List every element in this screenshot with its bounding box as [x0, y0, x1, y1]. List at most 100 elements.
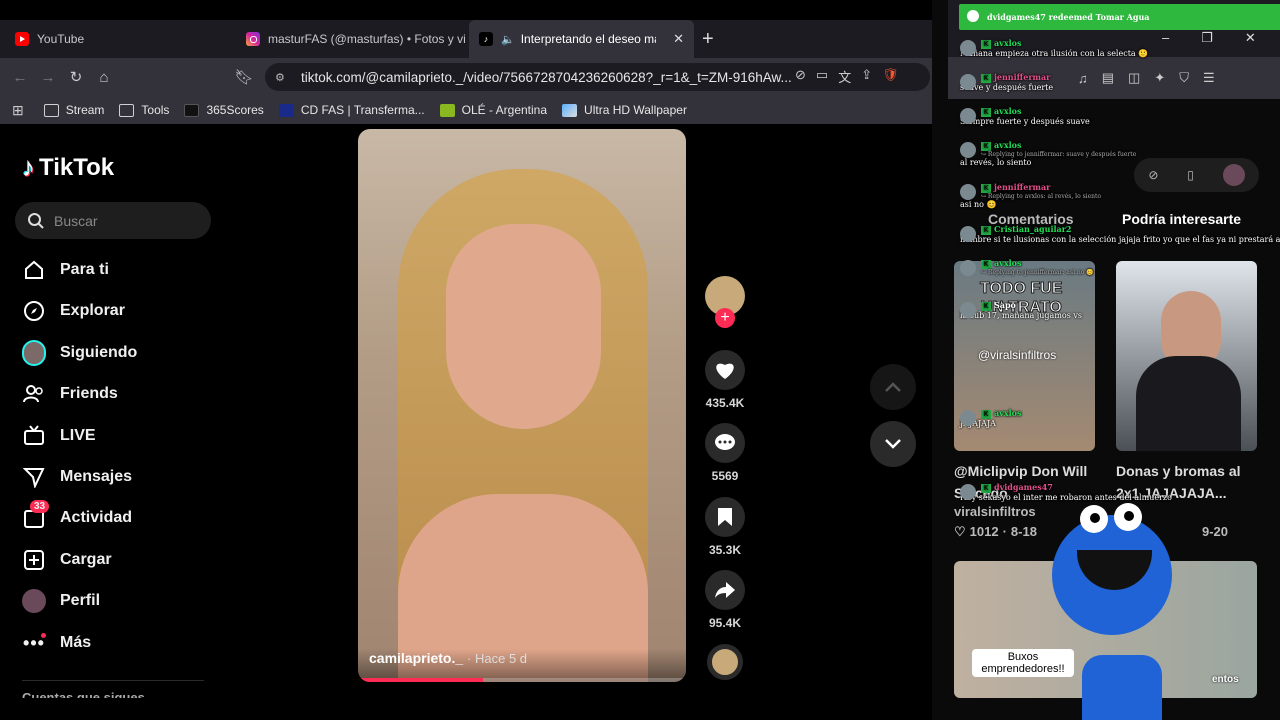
- back-icon[interactable]: ←: [6, 63, 34, 91]
- chat-message: Kjenniffermar ↪ Replying to avxlos: al re…: [960, 182, 1278, 209]
- nav-mas[interactable]: ••• Más: [22, 631, 91, 655]
- nav-label: Perfil: [60, 592, 101, 609]
- device-icon[interactable]: ▯: [1187, 168, 1194, 182]
- bookmark-ole[interactable]: OLÉ - Argentina: [439, 103, 547, 117]
- more-dots-icon: •••: [23, 632, 46, 653]
- card-author[interactable]: viralsinfiltros: [954, 504, 1036, 519]
- bookmarks-bar: ⊞ Stream Tools 365Scores CD FAS | Transf…: [0, 96, 945, 124]
- bookmark-stream[interactable]: Stream: [43, 103, 105, 117]
- bookmark-365scores[interactable]: 365Scores: [184, 103, 264, 117]
- bookmark-icon[interactable]: 🔖︎: [230, 63, 258, 91]
- nav-perfil[interactable]: Perfil: [22, 589, 100, 613]
- bookmark-label: 365Scores: [206, 103, 264, 117]
- chat-message: Kavxlos ↪ Replying to jenniffermar: asi n…: [960, 258, 1278, 276]
- mute-icon[interactable]: ⊘: [795, 67, 806, 86]
- chat-reply: ↪ Replying to jenniffermar: suave y desp…: [981, 150, 1137, 158]
- chat-username: avxlos: [994, 140, 1022, 150]
- translate-icon[interactable]: 文: [838, 67, 851, 86]
- like-button[interactable]: 435.4K: [705, 350, 745, 410]
- tab-tiktok-active[interactable]: ♪ 🔈 Interpretando el deseo mascu ✕: [469, 20, 694, 58]
- previous-video-button[interactable]: [870, 364, 916, 410]
- creator-avatar-button[interactable]: +: [705, 276, 745, 328]
- instagram-icon: [246, 32, 260, 46]
- following-avatar: [22, 340, 46, 366]
- forward-icon[interactable]: →: [34, 63, 62, 91]
- chat-text: Hey sekasyo el inter me robaron antes de…: [960, 492, 1172, 502]
- folder-icon: [119, 103, 135, 117]
- kick-badge-icon: K: [981, 141, 991, 151]
- brave-shield-icon[interactable]: 🛡︎: [882, 67, 899, 86]
- nav-label: Mensajes: [60, 468, 133, 485]
- sound-disc-button[interactable]: [705, 644, 745, 680]
- save-button[interactable]: 35.3K: [705, 497, 745, 557]
- home-icon[interactable]: ⌂: [90, 63, 118, 91]
- chat-text: asi no 😊: [960, 199, 997, 209]
- card-watermark: @viralsinfiltros: [978, 348, 1057, 362]
- chevron-down-icon: [885, 439, 901, 449]
- tiktok-logo[interactable]: ♪ TikTok: [22, 152, 114, 183]
- bookmark-label: Stream: [65, 103, 105, 117]
- chat-username: avxlos: [994, 408, 1022, 418]
- next-video-button[interactable]: [870, 421, 916, 467]
- nav-live[interactable]: LIVE: [22, 424, 96, 448]
- tiktok-page: ♪ TikTok Buscar Para ti Explorar Siguien…: [0, 124, 945, 720]
- video-player[interactable]: camilaprieto._ · Hace 5 d: [358, 129, 686, 682]
- compass-icon: [22, 299, 46, 323]
- chat-avatar: [960, 108, 976, 124]
- chat-avatar: [960, 40, 976, 56]
- nav-mensajes[interactable]: Mensajes: [22, 465, 132, 489]
- kick-badge-icon: K: [981, 107, 991, 117]
- search-input[interactable]: Buscar: [15, 202, 211, 239]
- nav-explorar[interactable]: Explorar: [22, 299, 125, 323]
- nav-label: Explorar: [60, 302, 125, 319]
- face-shape: [446, 224, 601, 429]
- close-tab-icon[interactable]: ✕: [673, 31, 684, 47]
- chat-text: suave y después fuerte: [960, 82, 1054, 92]
- chat-avatar: [960, 184, 976, 200]
- logo-text: TikTok: [39, 153, 115, 181]
- kick-badge-icon: K: [981, 301, 991, 311]
- home-icon: [22, 258, 46, 282]
- bookmark-tools[interactable]: Tools: [119, 103, 169, 117]
- chat-username: avxlos: [994, 258, 1022, 268]
- follow-plus-icon[interactable]: +: [715, 308, 735, 328]
- video-progress-bar[interactable]: [358, 678, 686, 682]
- chat-username: jenniffermar: [994, 72, 1051, 82]
- tab-youtube[interactable]: YouTube: [8, 20, 233, 58]
- tab-instagram[interactable]: masturFAS (@masturfas) • Fotos y vid: [238, 20, 466, 58]
- chevron-up-icon: [885, 382, 901, 392]
- chat-text: nombre si te ilusionas con la selección …: [960, 234, 1280, 244]
- video-author[interactable]: camilaprieto._: [369, 650, 463, 666]
- share-button[interactable]: 95.4K: [705, 570, 745, 630]
- nav-actividad[interactable]: 33 Actividad: [22, 500, 132, 530]
- reload-icon[interactable]: ↻: [62, 63, 90, 91]
- bookmark-cdfas[interactable]: CD FAS | Transferma...: [278, 103, 425, 117]
- ole-icon: [439, 103, 455, 117]
- chat-avatar: [960, 142, 976, 158]
- new-tab-button[interactable]: +: [702, 20, 724, 58]
- chat-text: JAJAJAJA: [960, 418, 996, 428]
- chat-username: dvidgames47: [994, 482, 1053, 492]
- bookmark-wallpaper[interactable]: Ultra HD Wallpaper: [562, 103, 687, 117]
- comment-button[interactable]: 5569: [705, 423, 745, 483]
- redeem-alert: dvidgames47 redeemed Tomar Agua: [959, 4, 1280, 30]
- card-likes: 1012: [969, 524, 999, 539]
- kick-badge-icon: K: [981, 409, 991, 419]
- nav-label: Friends: [60, 385, 118, 402]
- friends-icon: [22, 382, 46, 406]
- fas-icon: [278, 103, 294, 117]
- nav-siguiendo[interactable]: Siguiendo: [22, 340, 137, 366]
- nav-friends[interactable]: Friends: [22, 382, 118, 406]
- share-icon[interactable]: ⇪: [861, 67, 872, 86]
- compass-icon[interactable]: ⊘: [1148, 168, 1158, 182]
- site-info-icon[interactable]: ⚙: [275, 71, 285, 84]
- chat-avatar: [960, 302, 976, 318]
- inbox-icon: 33: [22, 500, 50, 530]
- nav-cargar[interactable]: Cargar: [22, 548, 112, 572]
- kick-badge-icon: K: [981, 39, 991, 49]
- apps-grid-icon[interactable]: ⊞: [12, 102, 24, 119]
- cast-icon[interactable]: ▭: [816, 67, 828, 86]
- send-icon: [22, 465, 46, 489]
- nav-para-ti[interactable]: Para ti: [22, 258, 109, 282]
- nav-label: Más: [60, 634, 92, 651]
